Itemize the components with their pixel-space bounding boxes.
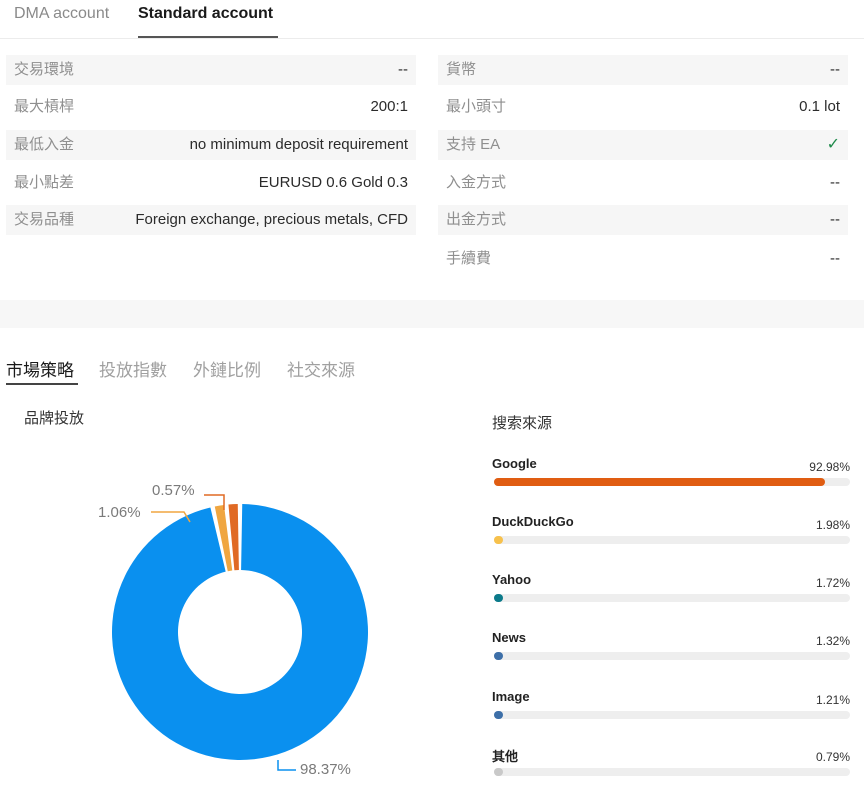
slice-label-1-06: 1.06% [98, 504, 141, 521]
source-name: Image [492, 689, 530, 704]
search-source-other: 其他 0.79% [492, 746, 850, 790]
spec-value: -- [830, 61, 840, 78]
spec-label: 交易環境 [14, 61, 75, 78]
source-percent: 0.79% [815, 750, 850, 764]
source-name: 其他 [492, 749, 519, 764]
source-percent: 1.72% [815, 576, 850, 590]
spec-row-trading-environment: 交易環境 -- [6, 55, 416, 85]
account-tabs: DMA account Standard account [0, 0, 864, 39]
search-source-duckduckgo: DuckDuckGo 1.98% [492, 514, 850, 558]
spec-row-min-deposit: 最低入金 no minimum deposit requirement [6, 130, 416, 160]
section-divider [0, 300, 864, 328]
spec-value: -- [398, 61, 408, 78]
spec-label: 支持 EA [446, 136, 501, 153]
progress-fill [494, 536, 504, 544]
source-name: DuckDuckGo [492, 514, 574, 529]
spec-label: 最小頭寸 [446, 98, 507, 115]
progress-fill [494, 768, 504, 776]
spec-value: -- [830, 250, 840, 267]
spec-value: EURUSD 0.6 Gold 0.3 [258, 174, 408, 191]
slice-label-98-37: 98.37% [300, 761, 351, 778]
progress-fill [494, 478, 825, 486]
spec-value: 0.1 lot [799, 98, 840, 115]
tab-dma-account[interactable]: DMA account [14, 5, 109, 23]
spec-row-max-leverage: 最大槓桿 200:1 [6, 92, 416, 122]
spec-row-fees: 手續費 -- [438, 244, 848, 274]
active-tab-underline [138, 36, 278, 38]
tab-backlink-ratio[interactable]: 外鏈比例 [193, 356, 261, 381]
tab-market-strategy[interactable]: 市場策略 [6, 356, 74, 381]
search-source-image: Image 1.21% [492, 689, 850, 733]
spec-label: 貨幣 [446, 61, 477, 78]
progress-track [494, 652, 850, 660]
spec-row-withdrawal-method: 出金方式 -- [438, 205, 848, 235]
tab-social-sources[interactable]: 社交來源 [287, 356, 355, 381]
spec-label: 最大槓桿 [14, 98, 75, 115]
check-icon: ✓ [826, 136, 840, 153]
donut-chart [111, 504, 368, 760]
spec-label: 最低入金 [14, 136, 75, 153]
spec-row-instruments: 交易品種 Foreign exchange, precious metals, … [6, 205, 416, 235]
progress-track [494, 711, 850, 719]
progress-fill [494, 594, 504, 602]
progress-fill [494, 711, 504, 719]
spec-value: Foreign exchange, precious metals, CFD [135, 211, 408, 228]
spec-label: 手續費 [446, 250, 492, 267]
spec-label: 出金方式 [446, 211, 507, 228]
source-percent: 1.32% [815, 634, 850, 648]
source-name: Google [492, 456, 537, 471]
search-source-yahoo: Yahoo 1.72% [492, 572, 850, 616]
progress-track [494, 536, 850, 544]
active-tab-underline [6, 383, 78, 385]
progress-track [494, 768, 850, 776]
progress-fill [494, 652, 504, 660]
source-percent: 1.21% [815, 693, 850, 707]
source-percent: 92.98% [809, 460, 850, 474]
spec-value: 200:1 [370, 98, 408, 115]
source-name: Yahoo [492, 572, 532, 587]
spec-row-min-spread: 最小點差 EURUSD 0.6 Gold 0.3 [6, 168, 416, 198]
donut-slice [111, 504, 368, 760]
progress-track [494, 478, 850, 486]
progress-track [494, 594, 850, 602]
spec-value: no minimum deposit requirement [189, 136, 408, 153]
search-source-title: 搜索來源 [492, 415, 553, 432]
search-source-news: News 1.32% [492, 630, 850, 674]
spec-row-deposit-method: 入金方式 -- [438, 168, 848, 198]
spec-row-ea-support: 支持 EA ✓ [438, 130, 848, 160]
spec-row-min-position: 最小頭寸 0.1 lot [438, 92, 848, 122]
spec-label: 交易品種 [14, 211, 75, 228]
search-source-google: Google 92.98% [492, 456, 850, 500]
market-tabs: 市場策略 投放指數 外鏈比例 社交來源 [0, 350, 864, 390]
spec-label: 最小點差 [14, 174, 75, 191]
brand-title: 品牌投放 [24, 410, 85, 427]
spec-row-currency: 貨幣 -- [438, 55, 848, 85]
tab-ad-index[interactable]: 投放指數 [99, 356, 167, 381]
tab-standard-account[interactable]: Standard account [138, 5, 273, 23]
source-percent: 1.98% [815, 518, 850, 532]
source-name: News [492, 630, 526, 645]
spec-value: -- [830, 174, 840, 191]
spec-value: -- [830, 211, 840, 228]
spec-label: 入金方式 [446, 174, 507, 191]
slice-label-0-57: 0.57% [152, 482, 195, 499]
